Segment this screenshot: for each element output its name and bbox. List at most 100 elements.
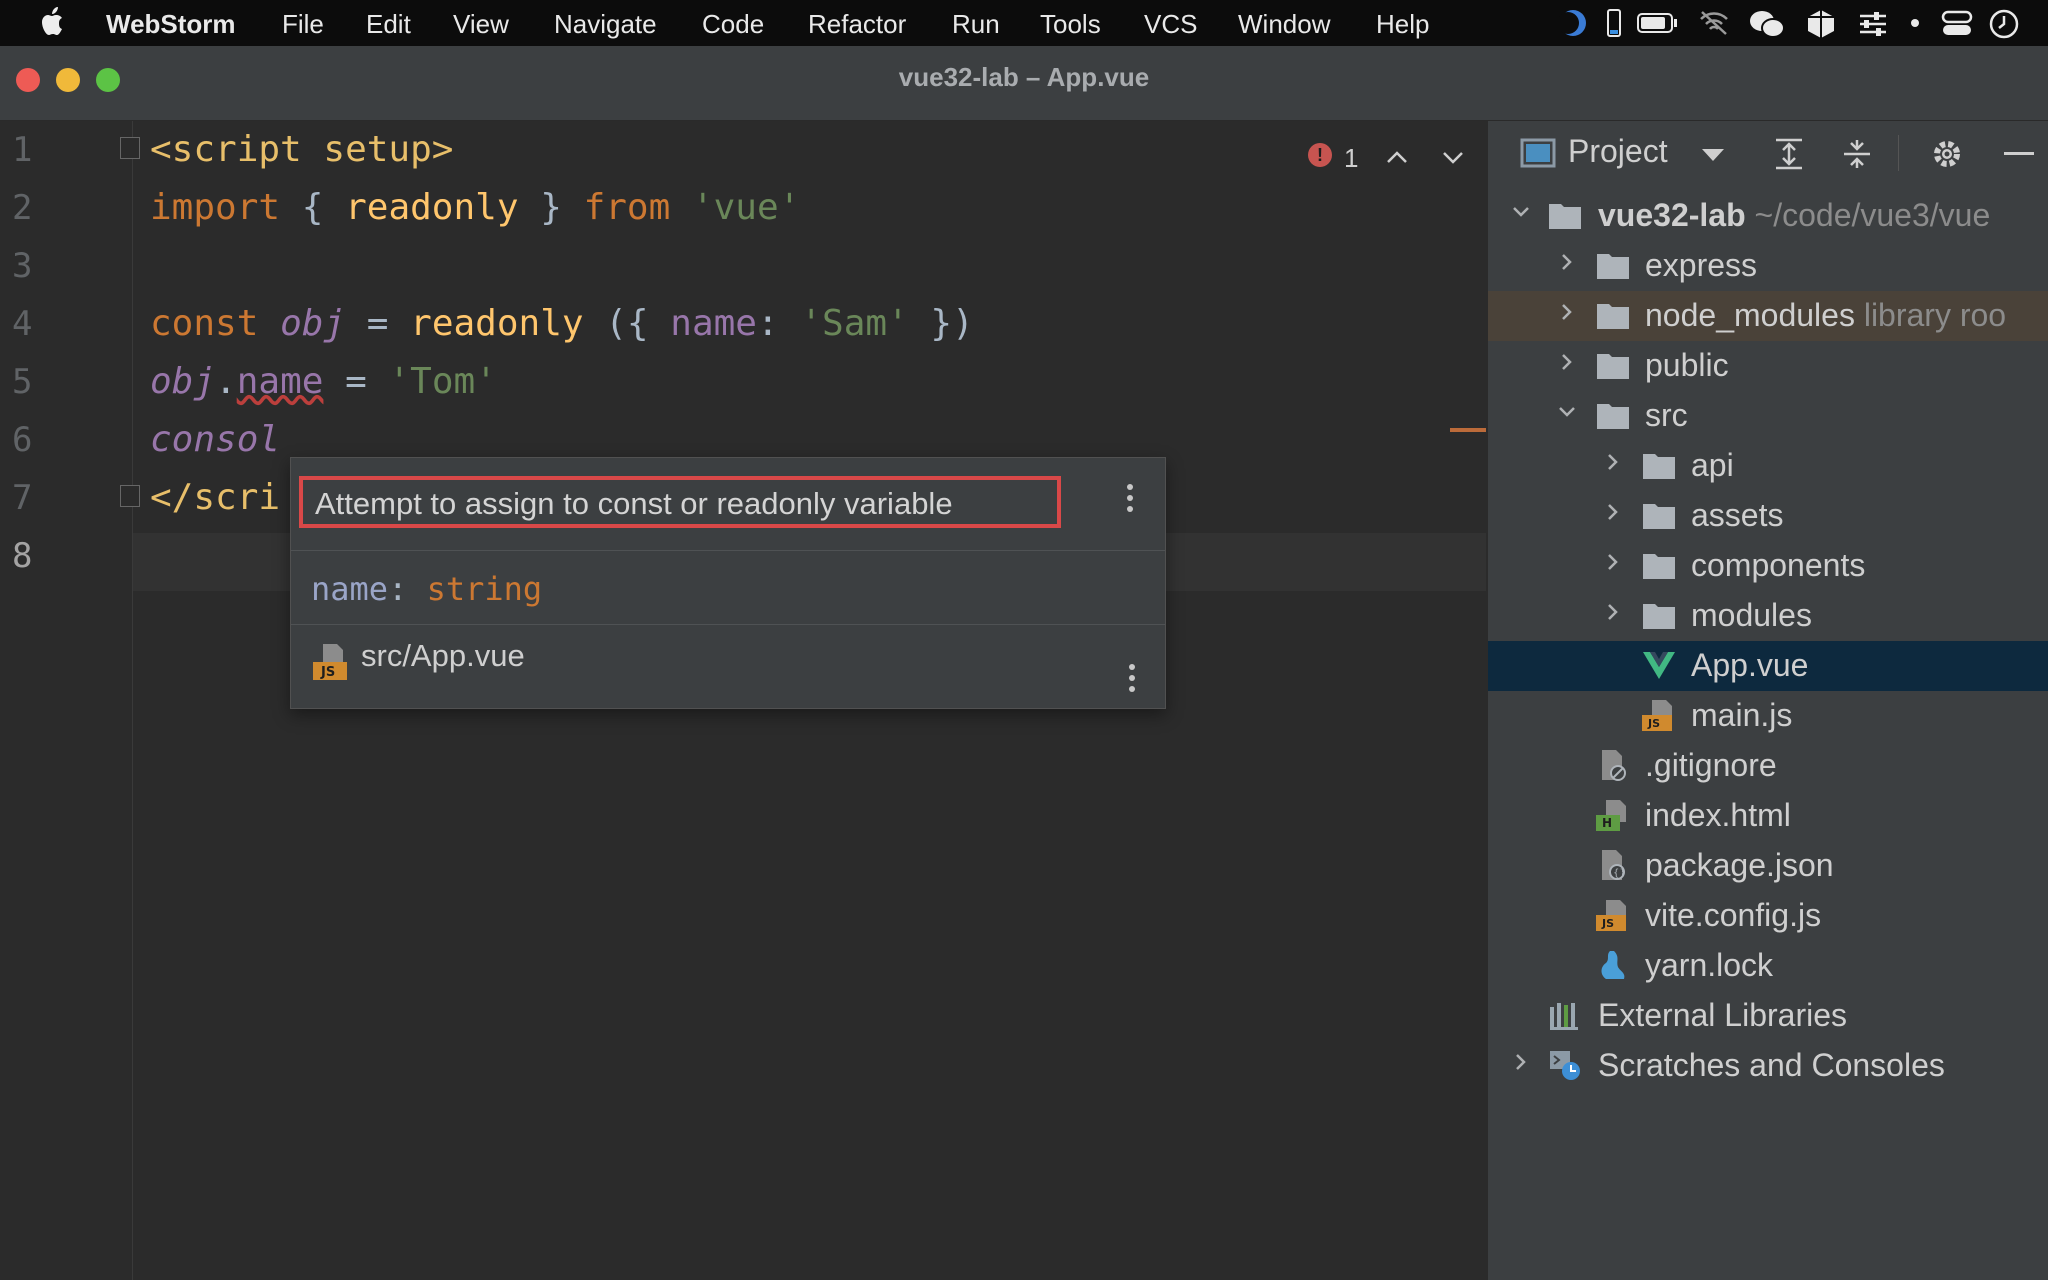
folder-icon — [1643, 604, 1675, 629]
chevron-right-icon[interactable] — [1604, 603, 1622, 621]
chevron-down-icon[interactable] — [1558, 403, 1576, 421]
control-center-icon[interactable] — [1940, 8, 1974, 38]
menu-tools[interactable]: Tools — [1040, 9, 1101, 40]
gear-icon[interactable] — [1930, 137, 1964, 171]
tree-item-external-libraries[interactable]: External Libraries — [1488, 991, 2048, 1041]
menu-window[interactable]: Window — [1238, 9, 1330, 40]
chevron-right-icon[interactable] — [1558, 353, 1576, 371]
tree-item-vite-config[interactable]: JS vite.config.js — [1488, 891, 2048, 941]
menu-refactor[interactable]: Refactor — [808, 9, 906, 40]
menu-help[interactable]: Help — [1376, 9, 1429, 40]
menu-vcs[interactable]: VCS — [1144, 9, 1197, 40]
tree-label: components — [1691, 547, 1866, 583]
operator: = — [366, 303, 389, 344]
folder-icon — [1643, 504, 1675, 529]
yarn-icon — [1601, 951, 1625, 979]
tree-label: api — [1691, 447, 1734, 483]
battery-icon[interactable] — [1636, 8, 1680, 38]
punctuation: ({ — [605, 303, 649, 344]
apple-icon[interactable] — [38, 6, 68, 38]
tree-label: vite.config.js — [1645, 897, 1822, 933]
fold-marker[interactable] — [120, 485, 140, 507]
chevron-right-icon[interactable] — [1558, 303, 1576, 321]
inspection-count[interactable]: 1 — [1344, 143, 1358, 174]
chevron-right-icon[interactable] — [1604, 453, 1622, 471]
tree-item-main-js[interactable]: JS main.js — [1488, 691, 2048, 741]
property-error[interactable]: name — [237, 361, 324, 402]
tree-item-node-modules[interactable]: node_modules library roo — [1488, 291, 2048, 341]
file-path-link[interactable]: src/App.vue — [361, 638, 525, 674]
code-line-7: </scri — [150, 469, 280, 527]
svg-text:JS: JS — [1647, 717, 1660, 730]
clock-icon[interactable] — [1988, 8, 2022, 40]
tree-item-yarn-lock[interactable]: yarn.lock — [1488, 941, 2048, 991]
menu-run[interactable]: Run — [952, 9, 1000, 40]
phone-icon[interactable] — [1606, 8, 1622, 40]
line-number: 7 — [12, 478, 33, 518]
tree-item-index-html[interactable]: H index.html — [1488, 791, 2048, 841]
error-icon[interactable]: ! — [1308, 143, 1332, 167]
code-line-6: consol — [150, 411, 280, 469]
tree-item-root[interactable]: vue32-lab ~/code/vue3/vue — [1488, 191, 2048, 241]
tree-item-express[interactable]: express — [1488, 241, 2048, 291]
tree-item-app-vue[interactable]: App.vue — [1488, 641, 2048, 691]
tree-item-components[interactable]: components — [1488, 541, 2048, 591]
punctuation: }) — [930, 303, 974, 344]
error-stripe-marker[interactable] — [1450, 428, 1486, 432]
tree-label: src — [1645, 397, 1688, 433]
punctuation: { — [301, 187, 324, 228]
function-name: readonly — [345, 187, 519, 228]
expand-all-icon[interactable] — [1772, 137, 1806, 171]
menu-code[interactable]: Code — [702, 9, 764, 40]
type-value: string — [426, 570, 543, 608]
wechat-icon[interactable] — [1748, 8, 1786, 40]
chevron-right-icon[interactable] — [1604, 503, 1622, 521]
string-literal: 'Tom' — [388, 361, 497, 402]
dropdown-arrow-icon[interactable] — [1700, 147, 1726, 163]
svg-text:{}: {} — [1613, 868, 1626, 879]
fold-marker[interactable] — [120, 137, 140, 159]
tree-label: yarn.lock — [1645, 947, 1774, 983]
window-title: vue32-lab – App.vue — [898, 62, 1150, 92]
tree-item-api[interactable]: api — [1488, 441, 2048, 491]
project-view-title[interactable]: Project — [1568, 133, 1668, 170]
menu-file[interactable]: File — [282, 9, 324, 40]
line-number: 6 — [12, 420, 33, 460]
line-number: 2 — [12, 188, 33, 228]
tree-item-assets[interactable]: assets — [1488, 491, 2048, 541]
chevron-right-icon[interactable] — [1512, 1053, 1530, 1071]
chevron-down-icon[interactable] — [1512, 203, 1530, 221]
tree-label: express — [1645, 247, 1758, 283]
line-number: 1 — [12, 130, 33, 170]
chevron-up-icon[interactable] — [1384, 147, 1410, 167]
moon-icon[interactable] — [1558, 8, 1588, 38]
tree-item-gitignore[interactable]: .gitignore — [1488, 741, 2048, 791]
menu-navigate[interactable]: Navigate — [554, 9, 657, 40]
js-file-icon: JS — [1596, 900, 1626, 931]
tree-item-src[interactable]: src — [1488, 391, 2048, 441]
tree-item-public[interactable]: public — [1488, 341, 2048, 391]
tree-label: index.html — [1645, 797, 1791, 833]
menu-app-webstorm[interactable]: WebStorm — [106, 9, 236, 40]
more-actions-icon[interactable] — [1127, 484, 1135, 517]
string-literal: 'Sam' — [800, 303, 909, 344]
minimize-icon[interactable] — [2002, 151, 2036, 157]
wifi-off-icon[interactable] — [1698, 8, 1730, 38]
tree-item-package-json[interactable]: {} package.json — [1488, 841, 2048, 891]
tree-item-modules[interactable]: modules — [1488, 591, 2048, 641]
project-view-icon[interactable] — [1520, 137, 1556, 169]
line-number-current: 8 — [12, 536, 33, 576]
tree-label: public — [1645, 347, 1729, 383]
menu-edit[interactable]: Edit — [366, 9, 411, 40]
folder-name: node_modules — [1645, 297, 1855, 333]
menu-view[interactable]: View — [453, 9, 509, 40]
tree-item-scratches[interactable]: Scratches and Consoles — [1488, 1041, 2048, 1091]
more-actions-icon[interactable] — [1129, 664, 1137, 697]
chevron-right-icon[interactable] — [1604, 553, 1622, 571]
sliders-icon[interactable] — [1856, 8, 1890, 40]
chevron-down-icon[interactable] — [1440, 147, 1466, 167]
cube-icon[interactable] — [1806, 8, 1836, 40]
collapse-all-icon[interactable] — [1840, 137, 1874, 171]
variable: consol — [150, 419, 281, 460]
chevron-right-icon[interactable] — [1558, 253, 1576, 271]
